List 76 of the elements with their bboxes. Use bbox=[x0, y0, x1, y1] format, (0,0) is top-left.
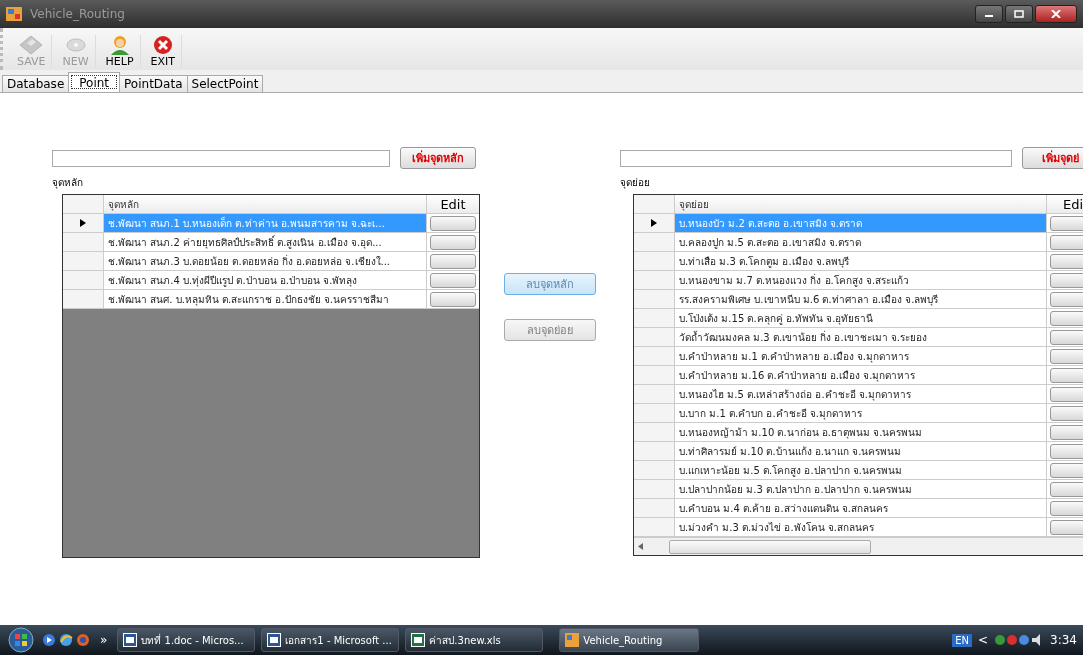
row-header[interactable] bbox=[634, 214, 675, 232]
edit-button[interactable] bbox=[1050, 367, 1083, 383]
disc-icon bbox=[63, 35, 88, 55]
close-button[interactable] bbox=[1035, 5, 1077, 23]
tab[interactable]: Point bbox=[68, 72, 121, 92]
window-title: Vehicle_Routing bbox=[30, 7, 126, 21]
table-cell[interactable]: บ.ม่วงคำ ม.3 ต.ม่วงไข่ อ.พังโคน จ.สกลนคร bbox=[675, 518, 1047, 536]
scroll-left-icon bbox=[638, 543, 643, 550]
browser-icon[interactable] bbox=[59, 633, 73, 647]
add-button[interactable]: เพิ่มจุดหลัก bbox=[400, 147, 476, 169]
edit-button[interactable] bbox=[1050, 481, 1083, 497]
taskbar-button[interactable]: บทที่ 1.doc - Micros... bbox=[117, 628, 256, 652]
edit-button[interactable] bbox=[1050, 215, 1083, 231]
toolbar-button[interactable]: HELP bbox=[99, 35, 141, 68]
edit-button[interactable] bbox=[1050, 462, 1083, 478]
tab[interactable]: PointData bbox=[119, 75, 188, 92]
table-cell[interactable]: บ.บาก ม.1 ต.คำบก อ.คำชะอี จ.มุกดาหาร bbox=[675, 404, 1047, 422]
table-cell[interactable]: บ.ท่าเสือ ม.3 ต.โคกตูม อ.เมือง จ.ลพบุรี bbox=[675, 252, 1047, 270]
browser-icon[interactable] bbox=[76, 633, 90, 647]
edit-button[interactable] bbox=[1050, 234, 1083, 250]
table-cell[interactable]: บ.คลองปูก ม.5 ต.สะตอ อ.เขาสมิง จ.ตราด bbox=[675, 233, 1047, 251]
edit-button[interactable] bbox=[1050, 519, 1083, 535]
edit-button[interactable] bbox=[430, 291, 476, 307]
table-cell[interactable]: บ.คำบอน ม.4 ต.ค้าย อ.สว่างแดนดิน จ.สกลนคร bbox=[675, 499, 1047, 517]
edit-button[interactable] bbox=[430, 272, 476, 288]
tab[interactable]: Database bbox=[2, 75, 70, 92]
maximize-button[interactable] bbox=[1005, 5, 1033, 23]
document-icon bbox=[267, 633, 282, 647]
scrollbar-thumb[interactable] bbox=[669, 539, 871, 554]
edit-button[interactable] bbox=[430, 234, 476, 250]
edit-button[interactable] bbox=[1050, 310, 1083, 326]
edit-button[interactable] bbox=[1050, 272, 1083, 288]
text-field[interactable] bbox=[52, 149, 390, 167]
row-header[interactable] bbox=[63, 214, 104, 232]
app-icon bbox=[565, 633, 580, 647]
table-cell[interactable]: บ.โป่งเต้ง ม.15 ต.คลุกคู่ อ.ทัพทัน จ.อุทัยธานี bbox=[675, 309, 1047, 327]
edit-button[interactable] bbox=[1050, 443, 1083, 459]
column-header: Edit bbox=[439, 195, 467, 213]
edit-button[interactable] bbox=[1050, 253, 1083, 269]
close-icon bbox=[1051, 10, 1061, 18]
edit-button[interactable] bbox=[1050, 348, 1083, 364]
edit-button[interactable] bbox=[1050, 386, 1083, 402]
overflow-chevron[interactable]: » bbox=[96, 633, 112, 647]
edit-button[interactable] bbox=[1050, 291, 1083, 307]
maximize-icon bbox=[1014, 10, 1024, 18]
taskbar-button[interactable]: ค่าสป.3new.xls bbox=[405, 628, 544, 652]
language-indicator[interactable]: EN bbox=[952, 633, 972, 647]
tray-expand-button[interactable]: < bbox=[978, 633, 989, 647]
current-row-icon bbox=[651, 219, 657, 227]
edit-button[interactable] bbox=[1050, 500, 1083, 516]
horizontal-scrollbar[interactable] bbox=[634, 537, 1083, 555]
edit-button[interactable] bbox=[1050, 424, 1083, 440]
column-header: จุดย่อย bbox=[675, 195, 1047, 213]
taskbar-button[interactable]: เอกสาร1 - Microsoft ... bbox=[261, 628, 400, 652]
edit-button[interactable] bbox=[1050, 329, 1083, 345]
text-field[interactable] bbox=[620, 149, 1012, 167]
add-button[interactable]: เพิ่มจุดย่ bbox=[1022, 147, 1083, 169]
minimize-button[interactable] bbox=[975, 5, 1003, 23]
edit-button[interactable] bbox=[430, 253, 476, 269]
taskbar-button[interactable]: Vehicle_Routing bbox=[559, 628, 700, 652]
document-icon bbox=[123, 633, 138, 647]
column-header: Edi bbox=[1061, 195, 1083, 213]
column-header: จุดหลัก bbox=[104, 195, 427, 213]
app-icon bbox=[6, 7, 22, 21]
start-button[interactable] bbox=[6, 627, 36, 653]
group-label: จุดย่อย bbox=[620, 176, 651, 190]
spreadsheet-icon bbox=[411, 633, 426, 647]
toolbar-button[interactable]: EXIT bbox=[144, 35, 182, 68]
group-label: จุดหลัก bbox=[52, 176, 84, 190]
tab[interactable]: SelectPoint bbox=[186, 75, 264, 92]
media-player-icon[interactable] bbox=[42, 633, 56, 647]
table-cell[interactable]: บ.คำป่าหลาย ม.1 ต.คำป่าหลาย อ.เมือง จ.มุกดาหาร bbox=[675, 347, 1047, 365]
clock[interactable]: 3:34 bbox=[1050, 633, 1077, 647]
current-row-icon bbox=[80, 219, 86, 227]
edit-button[interactable] bbox=[1050, 405, 1083, 421]
edit-button[interactable] bbox=[430, 215, 476, 231]
